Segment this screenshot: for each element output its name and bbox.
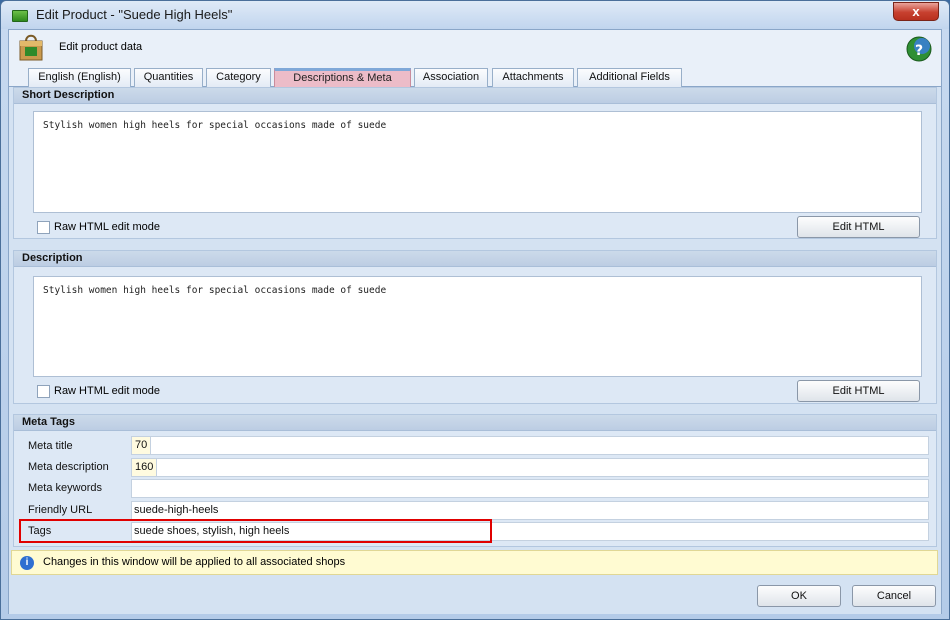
meta-title-input[interactable]: 70 <box>131 436 929 455</box>
shopping-bag-icon <box>19 34 43 61</box>
meta-tags-title: Meta Tags <box>14 415 936 431</box>
short-edit-html-button[interactable]: Edit HTML <box>797 216 920 238</box>
short-description-editor[interactable]: Stylish women high heels for special occ… <box>33 111 922 213</box>
ok-button[interactable]: OK <box>757 585 841 607</box>
short-description-title: Short Description <box>14 88 936 104</box>
header-text: Edit product data <box>59 41 143 53</box>
friendly-url-label: Friendly URL <box>28 504 93 516</box>
tab-quantities[interactable]: Quantities <box>134 68 203 87</box>
tab-bar: English (English) Quantities Category De… <box>9 66 941 87</box>
svg-text:?: ? <box>915 43 923 59</box>
friendly-url-input[interactable]: suede-high-heels <box>131 501 929 520</box>
meta-description-counter: 160 <box>132 459 158 476</box>
info-icon: i <box>20 556 34 570</box>
window-title: Edit Product - "Suede High Heels" <box>36 7 233 22</box>
tab-descriptions-meta[interactable]: Descriptions & Meta <box>274 68 411 87</box>
cancel-button[interactable]: Cancel <box>852 585 936 607</box>
edit-product-window: Edit Product - "Suede High Heels" x Edit… <box>0 0 950 620</box>
description-raw-html-checkbox[interactable] <box>37 384 50 398</box>
description-title: Description <box>14 251 936 267</box>
description-panel: Description Stylish women high heels for… <box>13 250 937 404</box>
short-raw-html-checkbox[interactable] <box>37 220 50 234</box>
description-raw-html-label: Raw HTML edit mode <box>54 385 160 397</box>
meta-description-input[interactable]: 160 <box>131 458 929 477</box>
tab-attachments[interactable]: Attachments <box>492 68 574 87</box>
description-editor[interactable]: Stylish women high heels for special occ… <box>33 276 922 377</box>
meta-keywords-input[interactable] <box>131 479 929 498</box>
dialog-body: Edit product data ? English (English) Qu… <box>8 29 942 614</box>
meta-keywords-label: Meta keywords <box>28 482 102 494</box>
tab-association[interactable]: Association <box>414 68 488 87</box>
meta-description-label: Meta description <box>28 461 109 473</box>
info-text: Changes in this window will be applied t… <box>43 556 346 568</box>
description-raw-html-toggle[interactable]: Raw HTML edit mode <box>37 384 160 398</box>
tab-additional-fields[interactable]: Additional Fields <box>577 68 682 87</box>
tags-highlight-box <box>19 519 492 543</box>
meta-title-label: Meta title <box>28 440 73 452</box>
meta-title-counter: 70 <box>132 437 152 454</box>
title-bar[interactable]: Edit Product - "Suede High Heels" x <box>1 1 949 29</box>
short-raw-html-label: Raw HTML edit mode <box>54 221 160 233</box>
close-button[interactable]: x <box>893 2 939 21</box>
short-raw-html-toggle[interactable]: Raw HTML edit mode <box>37 220 160 234</box>
dialog-footer: OK Cancel <box>9 576 941 614</box>
dialog-header: Edit product data ? <box>9 30 941 66</box>
tab-english[interactable]: English (English) <box>28 68 131 87</box>
app-icon <box>12 10 28 22</box>
tab-category[interactable]: Category <box>206 68 271 87</box>
info-bar: i Changes in this window will be applied… <box>11 550 938 575</box>
short-description-panel: Short Description Stylish women high hee… <box>13 87 937 239</box>
description-edit-html-button[interactable]: Edit HTML <box>797 380 920 402</box>
help-icon[interactable]: ? <box>905 35 933 63</box>
